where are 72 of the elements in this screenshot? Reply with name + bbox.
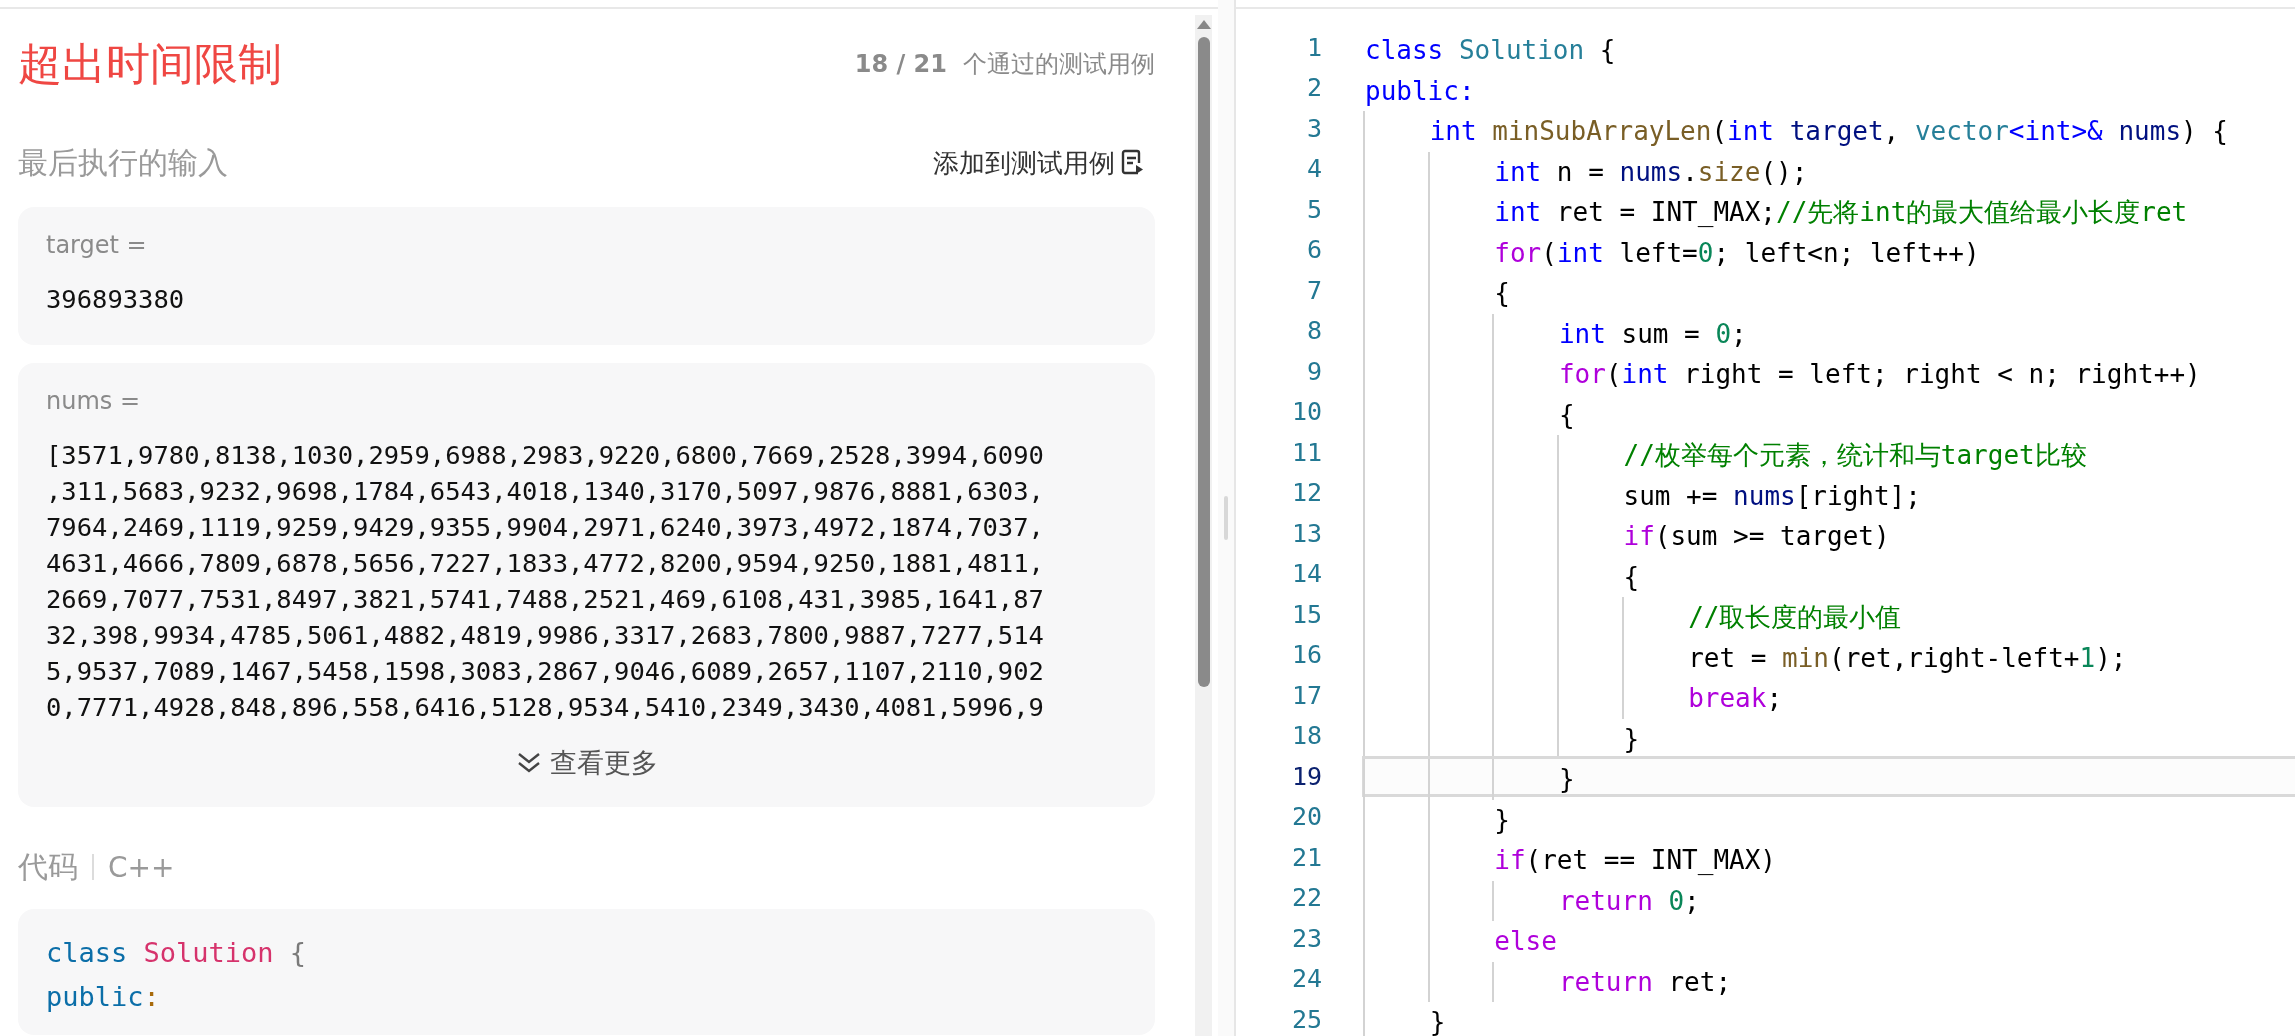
code-label: 代码 [18, 847, 78, 886]
scrollbar[interactable] [1195, 15, 1212, 1036]
show-more-button[interactable]: 查看更多 [515, 737, 658, 791]
line-number: 21 [1290, 842, 1323, 872]
line-number: 24 [1290, 964, 1323, 994]
code-line: int minSubArrayLen(int target, vector<int>& nums) { [1362, 108, 2295, 149]
document-play-icon [1121, 149, 1145, 177]
code-line: int n = nums.size(); [1362, 148, 2295, 189]
code-line: ret = min(ret,right-left+1); [1362, 634, 2295, 675]
code-line: for(int left=0; left<n; left++) [1362, 229, 2295, 270]
line-number: 3 [1305, 113, 1323, 143]
input-label: nums = [46, 386, 142, 417]
input-value-line: 2669,7077,7531,8497,3821,5741,7488,2521,469,6108,431,3985,1641,87 [46, 583, 1045, 616]
code-line: if(ret == INT_MAX) [1362, 837, 2295, 878]
input-value-line: [3571,9780,8138,1030,2959,6988,2983,9220,6800,7669,2528,3994,6090 [46, 439, 1045, 472]
code-line: else [1362, 918, 2295, 959]
line-number: 2 [1305, 73, 1323, 103]
input-value-line: 0,7771,4928,848,896,558,6416,5128,9534,5410,2349,3430,4081,5996,9 [46, 691, 1045, 724]
line-number: 23 [1290, 923, 1323, 953]
code-line: break; [1362, 675, 2295, 716]
line-number: 8 [1305, 316, 1323, 346]
line-number: 16 [1290, 640, 1323, 670]
code-line: } [1362, 796, 2295, 837]
code-line: for(int right = left; right < n; right++) [1362, 351, 2295, 392]
language-label: C++ [108, 850, 175, 884]
line-number: 13 [1290, 518, 1323, 548]
input-value-line: 5,9537,7089,1467,5458,1598,3083,2867,9046,6089,2657,1107,2110,902 [46, 655, 1045, 688]
input-value-line: 32,398,9934,4785,5061,4882,4819,9986,3317,2683,7800,9887,7277,514 [46, 619, 1045, 652]
code-line: } [1362, 999, 2295, 1036]
code-line: { [1362, 270, 2295, 311]
line-number: 25 [1290, 1004, 1323, 1034]
code-line: { [1362, 553, 2295, 594]
line-number: 17 [1290, 680, 1323, 710]
line-number: 20 [1290, 802, 1323, 832]
result-title: 超出时间限制 [18, 36, 282, 91]
code-line: return ret; [1362, 958, 2295, 999]
code-line: //枚举每个元素，统计和与target比较 [1362, 432, 2295, 473]
line-number: 22 [1290, 883, 1323, 913]
add-to-testcase-button[interactable]: 添加到测试用例 [933, 145, 1155, 181]
section-heading: 最后执行的输入 [18, 143, 228, 182]
line-number: 6 [1305, 235, 1323, 265]
line-number: 11 [1290, 437, 1323, 467]
line-number: 7 [1305, 275, 1323, 305]
line-number: 9 [1305, 356, 1323, 386]
code-line: int sum = 0; [1362, 310, 2295, 351]
code-line: if(sum >= target) [1362, 513, 2295, 554]
input-value-line: ,311,5683,9232,9698,1784,6543,4018,1340,3170,5097,9876,8881,6303, [46, 475, 1045, 508]
code-line: { [1362, 391, 2295, 432]
code-line: int ret = INT_MAX;//先将int的最大值给最小长度ret [1362, 189, 2295, 230]
input-value-line: 396893380 [46, 283, 186, 316]
line-number: 15 [1290, 599, 1323, 629]
line-number: 12 [1290, 478, 1323, 508]
code-line: public: [46, 980, 161, 1014]
passed-label: 个通过的测试用例 [963, 49, 1155, 80]
code-line: class Solution { [46, 936, 308, 970]
input-label: target = [46, 230, 148, 261]
code-line: //取长度的最小值 [1362, 594, 2295, 635]
line-number: 4 [1305, 154, 1323, 184]
line-number: 5 [1305, 194, 1323, 224]
line-number: 1 [1305, 32, 1323, 62]
resize-handle[interactable] [1224, 496, 1228, 540]
line-number: 14 [1290, 559, 1323, 589]
code-line: class Solution { [1364, 34, 1617, 67]
line-number: 19 [1290, 761, 1323, 791]
code-line: sum += nums[right]; [1362, 472, 2295, 513]
line-number: 18 [1290, 721, 1323, 751]
input-value-line: 7964,2469,1119,9259,9429,9355,9904,2971,6240,3973,4972,1874,7037, [46, 511, 1045, 544]
code-line: return 0; [1362, 877, 2295, 918]
code-line: public: [1364, 74, 1476, 108]
passed-count: 18 / 21 [854, 50, 947, 78]
input-value-line: 4631,4666,7809,6878,5656,7227,1833,4772,8200,9594,9250,1881,4811, [46, 547, 1045, 580]
line-number: 10 [1290, 397, 1323, 427]
